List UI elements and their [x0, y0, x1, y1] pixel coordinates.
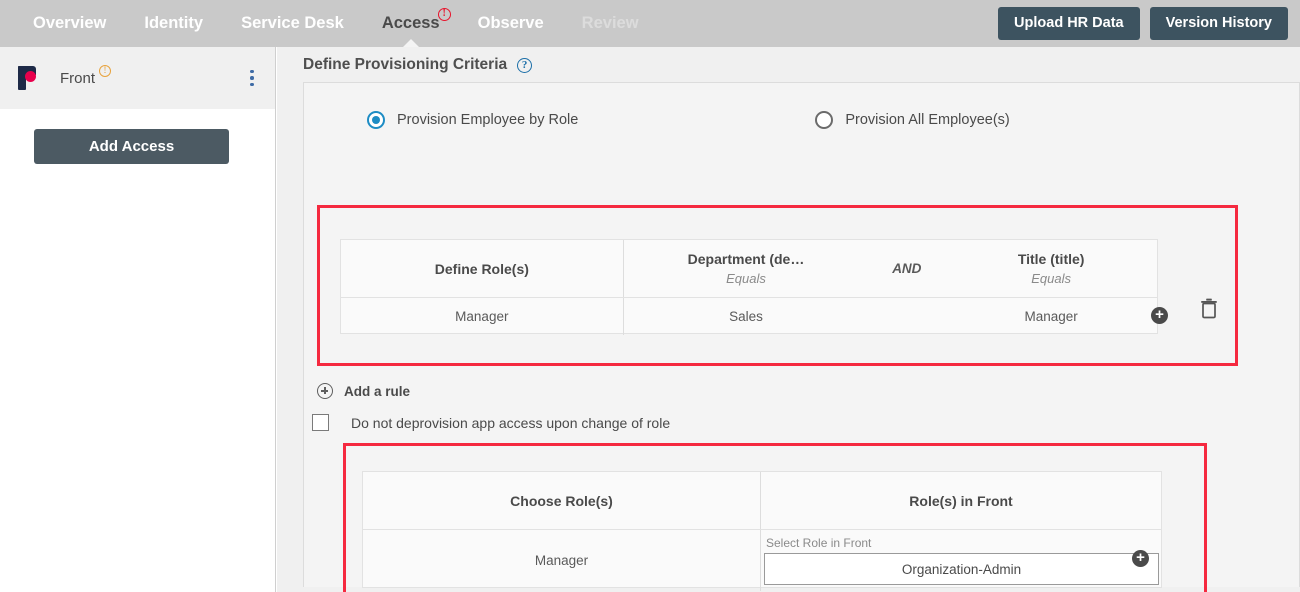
radio-provision-employee-by-role-label: Provision Employee by Role — [397, 112, 579, 128]
version-history-button[interactable]: Version History — [1149, 7, 1288, 40]
nav-tab-observe[interactable]: Observe — [459, 0, 563, 47]
upload-hr-data-button[interactable]: Upload HR Data — [998, 7, 1140, 40]
kebab-menu-icon[interactable] — [243, 67, 261, 89]
add-access-button[interactable]: Add Access — [34, 129, 229, 164]
nav-tab-observe-label: Observe — [477, 14, 544, 32]
warning-icon: ! — [437, 8, 451, 21]
mapping-cell-front-role: Select Role in Front Organization-Admin — [761, 530, 1161, 591]
criteria-header-title: Title (title) Equals — [945, 240, 1157, 297]
checkbox-unchecked-icon[interactable] — [312, 414, 329, 431]
page-title-row: Define Provisioning Criteria ? — [277, 47, 1300, 82]
criteria-header-conjunction: AND — [868, 240, 945, 297]
provision-mode-radio-group: Provision Employee by Role Provision All… — [304, 83, 1299, 129]
criteria-header-department-label: Department (de… — [687, 251, 805, 267]
select-role-caption: Select Role in Front — [766, 536, 872, 550]
nav-tab-review-label: Review — [581, 14, 639, 32]
nav-items: Overview Identity Service Desk Access ! … — [0, 0, 658, 47]
criteria-add-row-button[interactable]: + — [1151, 307, 1168, 324]
mapping-header-roles-in-front: Role(s) in Front — [761, 472, 1161, 529]
nav-action-buttons: Upload HR Data Version History — [998, 7, 1300, 40]
criteria-cell-role[interactable]: Manager — [341, 298, 624, 335]
criteria-header-title-operator: Equals — [1031, 271, 1071, 286]
app-name-label: Front ! — [60, 64, 112, 87]
top-navigation-bar: Overview Identity Service Desk Access ! … — [0, 0, 1300, 47]
radio-provision-all-employees[interactable]: Provision All Employee(s) — [815, 111, 1010, 129]
criteria-header-conjunction-label: AND — [892, 261, 922, 276]
app-name-text: Front — [60, 69, 96, 87]
table-row: Manager Sales Manager — [341, 298, 1157, 335]
nav-tab-access[interactable]: Access ! — [363, 0, 459, 47]
nav-tab-overview[interactable]: Overview — [14, 0, 125, 47]
criteria-table-header-row: Define Role(s) Department (de… Equals AN… — [341, 240, 1157, 298]
mapping-table-header-row: Choose Role(s) Role(s) in Front — [363, 472, 1161, 530]
mapping-cell-role[interactable]: Manager — [363, 530, 761, 591]
mapping-add-row-button[interactable]: + — [1132, 550, 1149, 567]
select-role-in-front-dropdown[interactable]: Organization-Admin — [764, 553, 1159, 585]
delete-rule-icon[interactable] — [1200, 298, 1218, 319]
criteria-cell-title[interactable]: Manager — [945, 298, 1157, 335]
app-row-front[interactable]: Front ! — [0, 47, 275, 109]
do-not-deprovision-checkbox-row[interactable]: Do not deprovision app access upon chang… — [312, 414, 670, 431]
nav-tab-identity[interactable]: Identity — [125, 0, 222, 47]
radio-provision-employee-by-role[interactable]: Provision Employee by Role — [367, 111, 578, 129]
role-mapping-table: Choose Role(s) Role(s) in Front Manager … — [362, 471, 1162, 591]
criteria-header-department: Department (de… Equals — [624, 240, 869, 297]
criteria-cell-conjunction — [868, 298, 945, 335]
add-a-rule-button[interactable]: Add a rule — [317, 383, 410, 399]
left-sidebar: Front ! Add Access — [0, 47, 276, 592]
page-title: Define Provisioning Criteria — [303, 56, 508, 73]
do-not-deprovision-label: Do not deprovision app access upon chang… — [351, 414, 671, 431]
criteria-header-title-label: Title (title) — [1017, 251, 1085, 267]
add-access-wrap: Add Access — [0, 109, 275, 164]
front-logo-icon — [14, 64, 42, 92]
radio-selected-icon — [367, 111, 385, 129]
table-row: Manager Select Role in Front Organizatio… — [363, 530, 1161, 591]
app-warning-icon: ! — [99, 64, 112, 77]
criteria-table: Define Role(s) Department (de… Equals AN… — [340, 239, 1158, 335]
criteria-header-define-roles: Define Role(s) — [341, 240, 624, 297]
main-content: Define Provisioning Criteria ? Provision… — [277, 47, 1300, 592]
nav-tab-access-label: Access — [381, 14, 440, 32]
add-a-rule-label: Add a rule — [344, 383, 411, 399]
nav-tab-identity-label: Identity — [144, 14, 204, 32]
mapping-header-roles-in-front-label: Role(s) in Front — [909, 492, 1013, 509]
provisioning-panel: Provision Employee by Role Provision All… — [303, 82, 1300, 592]
criteria-header-department-operator: Equals — [726, 271, 766, 286]
radio-unselected-icon — [815, 111, 834, 129]
nav-tab-overview-label: Overview — [33, 14, 107, 32]
mapping-header-choose-roles: Choose Role(s) — [363, 472, 761, 529]
criteria-cell-department[interactable]: Sales — [624, 298, 869, 335]
radio-provision-all-employees-label: Provision All Employee(s) — [845, 112, 1010, 128]
criteria-header-define-roles-label: Define Role(s) — [434, 260, 529, 277]
plus-circle-icon — [317, 383, 333, 399]
nav-tab-service-desk[interactable]: Service Desk — [222, 0, 363, 47]
nav-tab-service-desk-label: Service Desk — [241, 14, 344, 32]
nav-tab-review[interactable]: Review — [563, 0, 658, 47]
help-icon[interactable]: ? — [517, 57, 533, 73]
mapping-header-choose-roles-label: Choose Role(s) — [510, 492, 613, 509]
